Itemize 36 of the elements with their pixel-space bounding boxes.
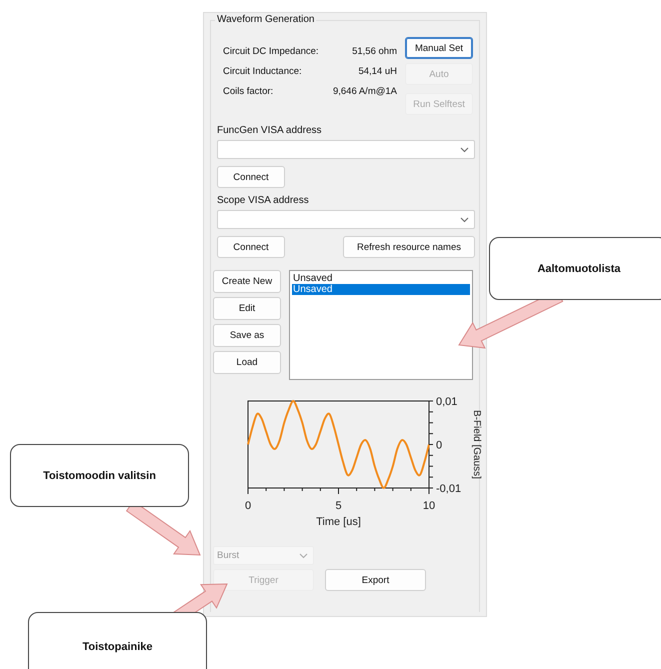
action-button[interactable]: Manual Set — [405, 37, 473, 59]
callout-box: Toistomoodin valitsin — [10, 444, 189, 507]
measurement-label: Circuit Inductance: — [223, 66, 303, 77]
callout-box: Toistopainike — [28, 612, 207, 669]
address-dropdown[interactable] — [217, 210, 475, 229]
y-tick-label: 0,01 — [436, 396, 458, 408]
chevron-down-icon — [460, 146, 469, 152]
list-item[interactable]: Unsaved — [292, 284, 470, 295]
address-dropdown[interactable] — [217, 140, 475, 159]
waveform-button[interactable]: Load — [213, 351, 281, 374]
measurement-label: Coils factor: — [223, 86, 274, 97]
y-axis-label: B-Field [Gauss] — [471, 410, 482, 479]
list-item[interactable]: Unsaved — [292, 273, 470, 284]
measurement-value: 51,56 ohm — [351, 46, 397, 57]
measurement-label: Circuit DC Impedance: — [223, 46, 320, 57]
field-label: Scope VISA address — [217, 195, 310, 206]
x-tick-label: 0 — [244, 500, 252, 512]
measurement-value: 9,646 A/m@1A — [332, 86, 397, 97]
connect-button[interactable]: Connect — [217, 166, 285, 188]
x-axis-label: Time [us] — [316, 516, 361, 528]
x-tick-label: 5 — [335, 500, 342, 512]
waveform-button[interactable]: Edit — [213, 297, 281, 320]
chevron-down-icon — [460, 216, 469, 222]
waveform-button[interactable]: Save as — [213, 324, 281, 347]
callout-box: Aaltomuotolista — [489, 237, 661, 300]
waveform-button[interactable]: Create New — [213, 270, 281, 293]
field-label: FuncGen VISA address — [217, 125, 323, 136]
chevron-down-icon — [299, 552, 308, 558]
refresh-button[interactable]: Refresh resource names — [343, 236, 475, 258]
export-button[interactable]: Export — [325, 569, 426, 591]
y-tick-label: 0 — [436, 440, 442, 452]
group-title: Waveform Generation — [215, 14, 316, 25]
connect-button[interactable]: Connect — [217, 236, 285, 258]
y-tick-label: -0,01 — [436, 483, 462, 495]
x-tick-label: 10 — [422, 500, 436, 512]
measurement-value: 54,14 uH — [357, 66, 397, 77]
